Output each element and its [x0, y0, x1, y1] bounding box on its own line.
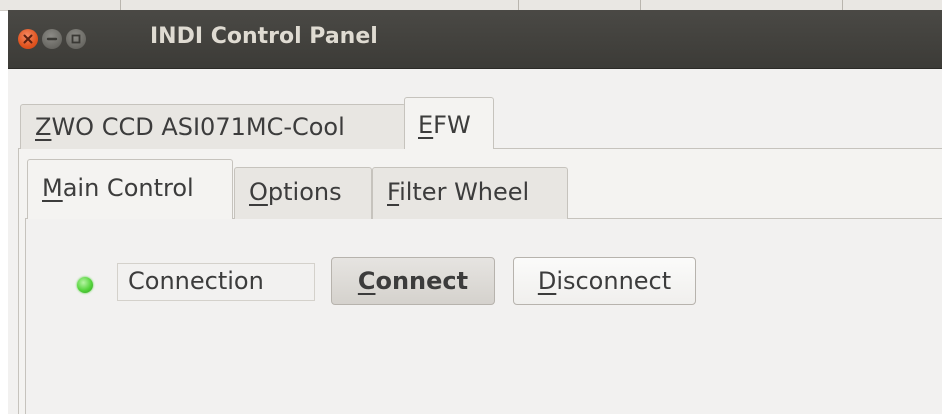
indi-control-panel-window: INDI Control Panel ZWO CCD ASI071MC-Cool… — [8, 10, 942, 414]
window-title: INDI Control Panel — [150, 24, 378, 49]
control-panel-body: ZWO CCD ASI071MC-Cool EFW Main Control O… — [8, 69, 942, 414]
title-bar: INDI Control Panel — [8, 10, 942, 69]
tab-device-efw[interactable]: EFW — [404, 97, 494, 149]
minimize-window-button[interactable] — [42, 29, 62, 49]
background-separator — [120, 0, 121, 10]
tab-main-control[interactable]: Main Control — [27, 159, 233, 219]
button-label: Connect — [357, 267, 469, 295]
tab-label: ZWO CCD ASI071MC-Cool — [35, 113, 345, 141]
group-tab-pane — [25, 218, 942, 414]
close-window-button[interactable] — [18, 29, 38, 49]
tab-label: Filter Wheel — [387, 178, 530, 206]
maximize-icon — [71, 34, 81, 44]
tab-label: Main Control — [42, 174, 194, 202]
tab-device-zwo-ccd[interactable]: ZWO CCD ASI071MC-Cool — [20, 104, 406, 149]
connection-property-label: Connection — [117, 263, 315, 301]
button-label: Disconnect — [537, 267, 672, 295]
tab-label: EFW — [418, 111, 471, 139]
tab-options[interactable]: Options — [234, 167, 372, 219]
connect-button[interactable]: Connect — [331, 257, 495, 305]
maximize-window-button[interactable] — [66, 29, 86, 49]
background-separator — [640, 0, 641, 10]
disconnect-button[interactable]: Disconnect — [513, 257, 696, 305]
background-separator — [842, 0, 843, 10]
screen: INDI Control Panel ZWO CCD ASI071MC-Cool… — [0, 0, 942, 414]
connection-status-light — [77, 277, 93, 293]
close-icon — [23, 34, 33, 44]
tab-filter-wheel[interactable]: Filter Wheel — [372, 167, 568, 219]
background-separator — [518, 0, 519, 10]
minimize-icon — [46, 37, 58, 41]
tab-label: Options — [249, 178, 342, 206]
